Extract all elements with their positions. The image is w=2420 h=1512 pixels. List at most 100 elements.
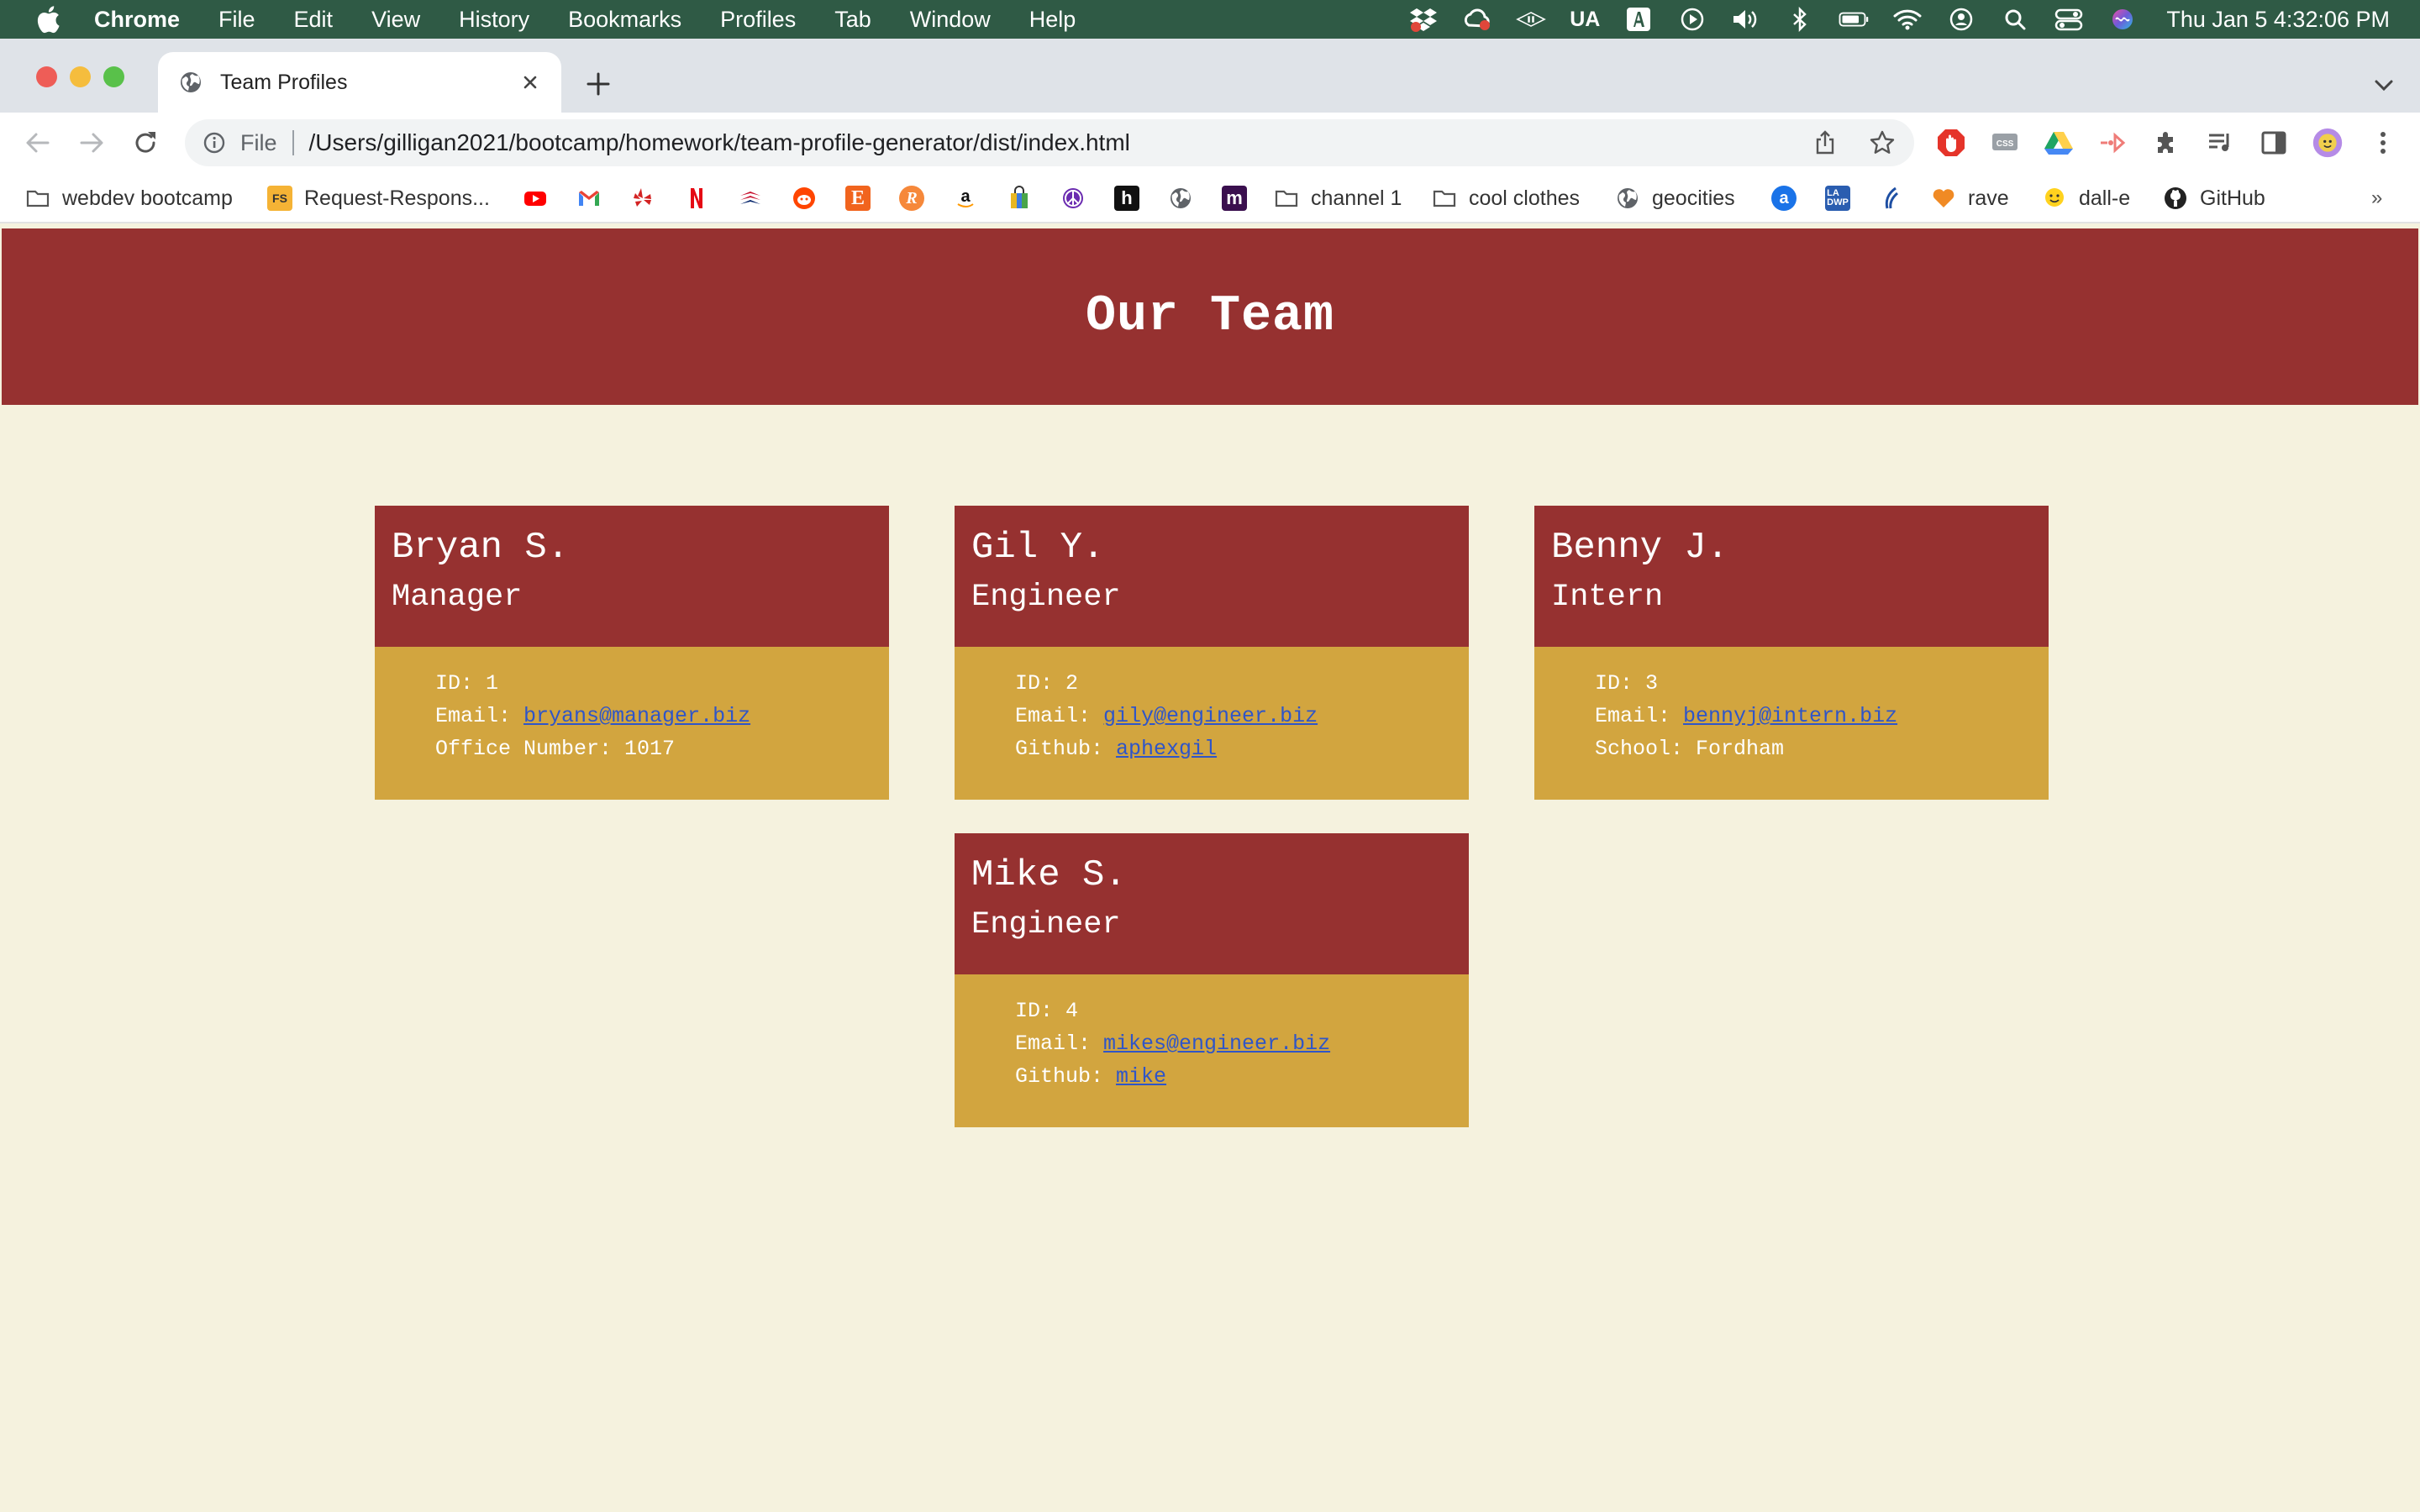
bookmark-request-response[interactable]: FS Request-Respons... [267, 183, 490, 213]
menu-profiles[interactable]: Profiles [720, 7, 796, 33]
close-icon[interactable] [518, 70, 543, 95]
bookmark-houzz[interactable]: h [1114, 183, 1139, 213]
wifi-icon[interactable] [1892, 7, 1923, 32]
chevron-down-icon[interactable] [2373, 74, 2395, 96]
battery-icon[interactable] [1839, 7, 1869, 32]
screen-record-extension-icon[interactable] [2097, 128, 2128, 158]
share-icon[interactable] [1812, 129, 1839, 156]
forward-arrow-icon[interactable] [77, 129, 106, 157]
employee-email-link[interactable]: gily@engineer.biz [1103, 704, 1318, 728]
address-bar[interactable]: File /Users/gilligan2021/bootcamp/homewo… [185, 119, 1914, 166]
bookmark-netflix[interactable] [684, 183, 709, 213]
media-queue-icon[interactable] [2205, 128, 2235, 158]
menubar-clock[interactable]: Thu Jan 5 4:32:06 PM [2166, 7, 2390, 33]
macos-menu-bar: Chrome File Edit View History Bookmarks … [0, 0, 2420, 39]
window-zoom-button[interactable] [103, 66, 124, 87]
employee-email-link[interactable]: bryans@manager.biz [523, 704, 750, 728]
spotlight-search-icon[interactable] [2000, 7, 2030, 32]
a-circle-icon: a [1771, 186, 1797, 211]
bookmark-star-icon[interactable] [1869, 129, 1896, 156]
office-number: Office Number: 1017 [435, 737, 676, 761]
employee-email-link[interactable]: mikes@engineer.biz [1103, 1032, 1330, 1056]
employee-email-link[interactable]: bennyj@intern.biz [1683, 704, 1897, 728]
menu-help[interactable]: Help [1029, 7, 1076, 33]
menu-history[interactable]: History [459, 7, 529, 33]
apple-icon[interactable] [35, 5, 60, 34]
volume-icon[interactable] [1731, 7, 1761, 32]
play-icon[interactable] [1677, 7, 1707, 32]
bookmark-ladwp[interactable]: LA DWP [1825, 183, 1850, 213]
menu-window[interactable]: Window [910, 7, 991, 33]
extensions-puzzle-icon[interactable] [2151, 128, 2181, 158]
back-arrow-icon[interactable] [24, 129, 52, 157]
bookmark-geocities[interactable]: geocities [1615, 183, 1735, 213]
input-source-icon[interactable] [1623, 7, 1654, 32]
employee-email-row: Email: gily@engineer.biz [1015, 700, 1469, 732]
tab-team-profiles[interactable]: Team Profiles [158, 52, 561, 113]
bookmark-label: webdev bootcamp [62, 186, 233, 210]
bookmark-rave[interactable]: rave [1931, 183, 2009, 213]
bookmark-gmail[interactable] [576, 183, 602, 213]
github-link[interactable]: mike [1116, 1064, 1166, 1089]
menu-chrome[interactable]: Chrome [94, 7, 180, 33]
user-account-icon[interactable] [1946, 7, 1976, 32]
bookmarks-overflow-chevron-icon[interactable]: » [2371, 183, 2382, 213]
vpn-diamond-icon[interactable] [1516, 7, 1547, 32]
bookmark-a-circle[interactable]: a [1771, 183, 1797, 213]
css-extension-icon[interactable]: CSS [1990, 128, 2020, 158]
bookmark-folder-channel1[interactable]: channel 1 [1274, 183, 1402, 213]
bookmark-folder-webdev[interactable]: webdev bootcamp [25, 183, 233, 213]
bookmark-yelp[interactable] [630, 183, 655, 213]
bookmark-shopping-bag[interactable] [1007, 183, 1032, 213]
card-details: ID: 4 Email: mikes@engineer.biz Github: … [955, 974, 1469, 1127]
employee-name: Bryan S. [392, 527, 570, 569]
bookmark-label: dall-e [2079, 186, 2131, 210]
menu-view[interactable]: View [371, 7, 420, 33]
ua-status-text[interactable]: UA [1570, 8, 1600, 32]
new-tab-plus-icon[interactable] [583, 69, 613, 99]
google-drive-icon[interactable] [2044, 128, 2074, 158]
info-icon[interactable] [202, 130, 227, 155]
bookmark-label: geocities [1652, 186, 1735, 210]
bookmark-m[interactable]: m [1222, 183, 1247, 213]
bookmark-dalle[interactable]: dall-e [2042, 183, 2130, 213]
yelp-icon [634, 188, 651, 207]
bookmark-reddit[interactable] [792, 183, 817, 213]
bookmark-globe[interactable] [1168, 183, 1193, 213]
bookmark-reverb[interactable]: R [899, 183, 924, 213]
window-minimize-button[interactable] [70, 66, 91, 87]
reload-icon[interactable] [131, 129, 160, 157]
profile-avatar[interactable] [2312, 128, 2343, 158]
adblock-extension-icon[interactable] [1936, 128, 1966, 158]
svg-text:CSS: CSS [1996, 139, 2014, 149]
window-close-button[interactable] [36, 66, 57, 87]
bookmark-etsy[interactable]: E [845, 183, 871, 213]
bookmark-bank-of-america[interactable] [738, 183, 763, 213]
siri-icon[interactable] [2107, 7, 2138, 32]
bookmark-amazon[interactable]: a [953, 183, 978, 213]
bookmark-github[interactable]: GitHub [2163, 183, 2265, 213]
bluetooth-icon[interactable] [1785, 7, 1815, 32]
card-header: Benny J. Intern [1534, 506, 2049, 647]
employee-id: ID: 2 [1015, 671, 1079, 696]
bookmark-peace[interactable] [1060, 183, 1086, 213]
creative-cloud-icon[interactable] [1462, 7, 1492, 32]
side-panel-icon[interactable] [2259, 128, 2289, 158]
bookmark-label: rave [1968, 186, 2009, 210]
chrome-menu-icon[interactable] [2368, 128, 2398, 158]
bookmark-youtube[interactable] [523, 183, 548, 213]
menu-file[interactable]: File [218, 7, 255, 33]
bookmark-label: channel 1 [1311, 186, 1402, 210]
card-details: ID: 2 Email: gily@engineer.biz Github: a… [955, 647, 1469, 800]
menu-tab[interactable]: Tab [834, 7, 871, 33]
url-text[interactable]: /Users/gilligan2021/bootcamp/homework/te… [309, 129, 1812, 156]
dropbox-icon[interactable] [1408, 7, 1439, 32]
card-header: Mike S. Engineer [955, 833, 1469, 974]
bookmark-wave[interactable] [1879, 183, 1904, 213]
page-viewport: Our Team Bryan S. Manager ID: 1 Email: b… [0, 225, 2420, 1512]
bookmark-folder-cool-clothes[interactable]: cool clothes [1432, 183, 1580, 213]
control-center-icon[interactable] [2054, 7, 2084, 32]
github-link[interactable]: aphexgil [1116, 737, 1217, 761]
menu-bookmarks[interactable]: Bookmarks [568, 7, 681, 33]
menu-edit[interactable]: Edit [294, 7, 334, 33]
